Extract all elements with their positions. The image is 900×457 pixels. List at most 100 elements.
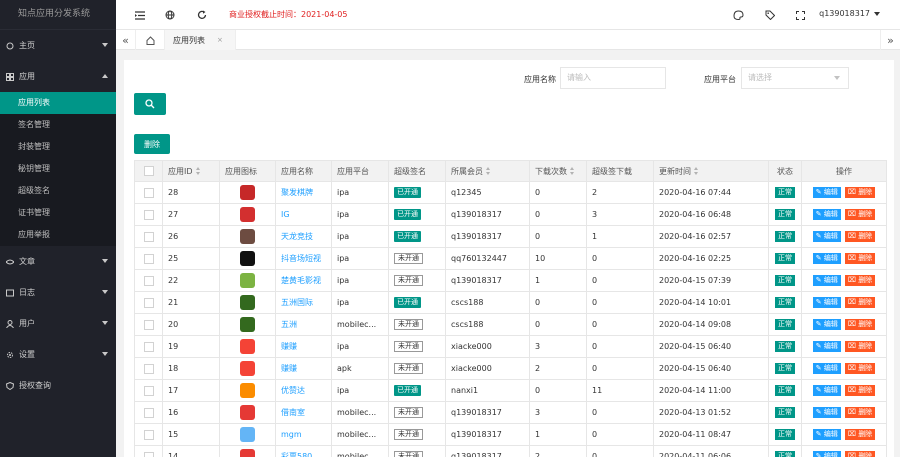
row-checkbox[interactable] (143, 187, 154, 198)
row-checkbox[interactable] (143, 341, 154, 352)
col-downloads[interactable]: 下载次数 (529, 160, 587, 182)
delete-button[interactable]: ⌧ 删除 (844, 429, 876, 440)
edit-button[interactable]: ✎ 编辑 (812, 275, 841, 286)
app-name-link[interactable]: 楚黄毛影视 (281, 276, 321, 285)
delete-button[interactable]: ⌧ 删除 (844, 253, 876, 264)
sidebar-subitem-sign-manage[interactable]: 签名管理 (0, 114, 116, 136)
edit-button[interactable]: ✎ 编辑 (812, 187, 841, 198)
edit-button[interactable]: ✎ 编辑 (812, 385, 841, 396)
sidebar-item-settings[interactable]: 设置 (0, 339, 116, 370)
delete-button[interactable]: ⌧ 删除 (844, 407, 876, 418)
row-select-cell[interactable] (134, 357, 163, 380)
row-select-cell[interactable] (134, 181, 163, 204)
delete-button[interactable]: ⌧ 删除 (844, 231, 876, 242)
delete-button[interactable]: ⌧ 删除 (844, 319, 876, 330)
tag-icon[interactable] (764, 9, 776, 21)
row-select-cell[interactable] (134, 291, 163, 314)
edit-button[interactable]: ✎ 编辑 (812, 451, 841, 457)
row-select-cell[interactable] (134, 269, 163, 292)
edit-button[interactable]: ✎ 编辑 (812, 319, 841, 330)
row-select-cell[interactable] (134, 379, 163, 402)
app-name-link[interactable]: mgm (281, 430, 302, 439)
row-checkbox[interactable] (143, 363, 154, 374)
menu-toggle-icon[interactable] (134, 9, 146, 21)
globe-icon[interactable] (164, 9, 176, 21)
sidebar-subitem-app-list[interactable]: 应用列表 (0, 92, 116, 114)
edit-button[interactable]: ✎ 编辑 (812, 297, 841, 308)
sort-icon[interactable] (694, 167, 698, 175)
refresh-icon[interactable] (196, 9, 208, 21)
sidebar-item-log[interactable]: 日志 (0, 277, 116, 308)
app-name-link[interactable]: 五洲国际 (281, 298, 313, 307)
row-select-cell[interactable] (134, 335, 163, 358)
app-name-link[interactable]: 五洲 (281, 320, 297, 329)
row-select-cell[interactable] (134, 247, 163, 270)
bulk-delete-button[interactable]: 删除 (134, 134, 170, 154)
tab-scroll-right-icon[interactable]: » (880, 30, 900, 50)
app-name-link[interactable]: 借南室 (281, 408, 305, 417)
delete-button[interactable]: ⌧ 删除 (844, 363, 876, 374)
app-name-link[interactable]: 赚赚 (281, 364, 297, 373)
sidebar-item-auth[interactable]: 授权查询 (0, 370, 116, 401)
delete-button[interactable]: ⌧ 删除 (844, 451, 876, 457)
select-all-cell[interactable] (134, 160, 163, 182)
sidebar-item-user[interactable]: 用户 (0, 308, 116, 339)
sidebar-item-home[interactable]: 主页 (0, 30, 116, 61)
app-name-link[interactable]: 聚发棋牌 (281, 188, 313, 197)
col-updated[interactable]: 更新时间 (653, 160, 769, 182)
edit-button[interactable]: ✎ 编辑 (812, 363, 841, 374)
row-select-cell[interactable] (134, 401, 163, 424)
user-menu[interactable]: q139018317 (819, 9, 880, 18)
row-checkbox[interactable] (143, 451, 154, 457)
close-icon[interactable]: × (217, 36, 223, 44)
row-checkbox[interactable] (143, 297, 154, 308)
delete-button[interactable]: ⌧ 删除 (844, 209, 876, 220)
search-button[interactable] (134, 93, 166, 115)
row-select-cell[interactable] (134, 225, 163, 248)
row-checkbox[interactable] (143, 253, 154, 264)
delete-button[interactable]: ⌧ 删除 (844, 385, 876, 396)
delete-button[interactable]: ⌧ 删除 (844, 187, 876, 198)
sidebar-subitem-package-manage[interactable]: 封装管理 (0, 136, 116, 158)
app-name-link[interactable]: 赚赚 (281, 342, 297, 351)
sidebar-subitem-cert-manage[interactable]: 证书管理 (0, 202, 116, 224)
sort-icon[interactable] (570, 167, 574, 175)
row-checkbox[interactable] (143, 275, 154, 286)
app-name-link[interactable]: 优赞达 (281, 386, 305, 395)
edit-button[interactable]: ✎ 编辑 (812, 407, 841, 418)
row-checkbox[interactable] (143, 407, 154, 418)
sort-icon[interactable] (486, 167, 490, 175)
edit-button[interactable]: ✎ 编辑 (812, 429, 841, 440)
app-name-input[interactable]: 请输入 (560, 67, 666, 89)
sidebar-subitem-key-manage[interactable]: 秘钥管理 (0, 158, 116, 180)
row-select-cell[interactable] (134, 445, 163, 457)
delete-button[interactable]: ⌧ 删除 (844, 297, 876, 308)
delete-button[interactable]: ⌧ 删除 (844, 341, 876, 352)
app-name-link[interactable]: 抖音场短视 (281, 254, 321, 263)
col-member[interactable]: 所属会员 (445, 160, 530, 182)
row-checkbox[interactable] (143, 231, 154, 242)
app-name-link[interactable]: 彩票580 (281, 452, 312, 457)
tab-app-list[interactable]: 应用列表 × (164, 30, 236, 50)
row-select-cell[interactable] (134, 423, 163, 446)
sidebar-item-article[interactable]: 文章 (0, 246, 116, 277)
edit-button[interactable]: ✎ 编辑 (812, 231, 841, 242)
row-select-cell[interactable] (134, 313, 163, 336)
home-tab-icon[interactable] (140, 30, 160, 50)
row-select-cell[interactable] (134, 203, 163, 226)
sort-icon[interactable] (195, 167, 200, 175)
edit-button[interactable]: ✎ 编辑 (812, 209, 841, 220)
tab-scroll-left-icon[interactable]: « (116, 30, 136, 50)
edit-button[interactable]: ✎ 编辑 (812, 341, 841, 352)
row-checkbox[interactable] (143, 319, 154, 330)
row-checkbox[interactable] (143, 385, 154, 396)
col-app-id[interactable]: 应用ID (162, 160, 220, 182)
sidebar-subitem-app-report[interactable]: 应用举报 (0, 224, 116, 246)
theme-icon[interactable] (732, 9, 744, 21)
select-all-checkbox[interactable] (143, 166, 154, 176)
sidebar-item-app[interactable]: 应用 (0, 61, 116, 92)
row-checkbox[interactable] (143, 429, 154, 440)
app-platform-select[interactable]: 请选择 (741, 67, 849, 89)
row-checkbox[interactable] (143, 209, 154, 220)
sidebar-subitem-super-sign[interactable]: 超级签名 (0, 180, 116, 202)
